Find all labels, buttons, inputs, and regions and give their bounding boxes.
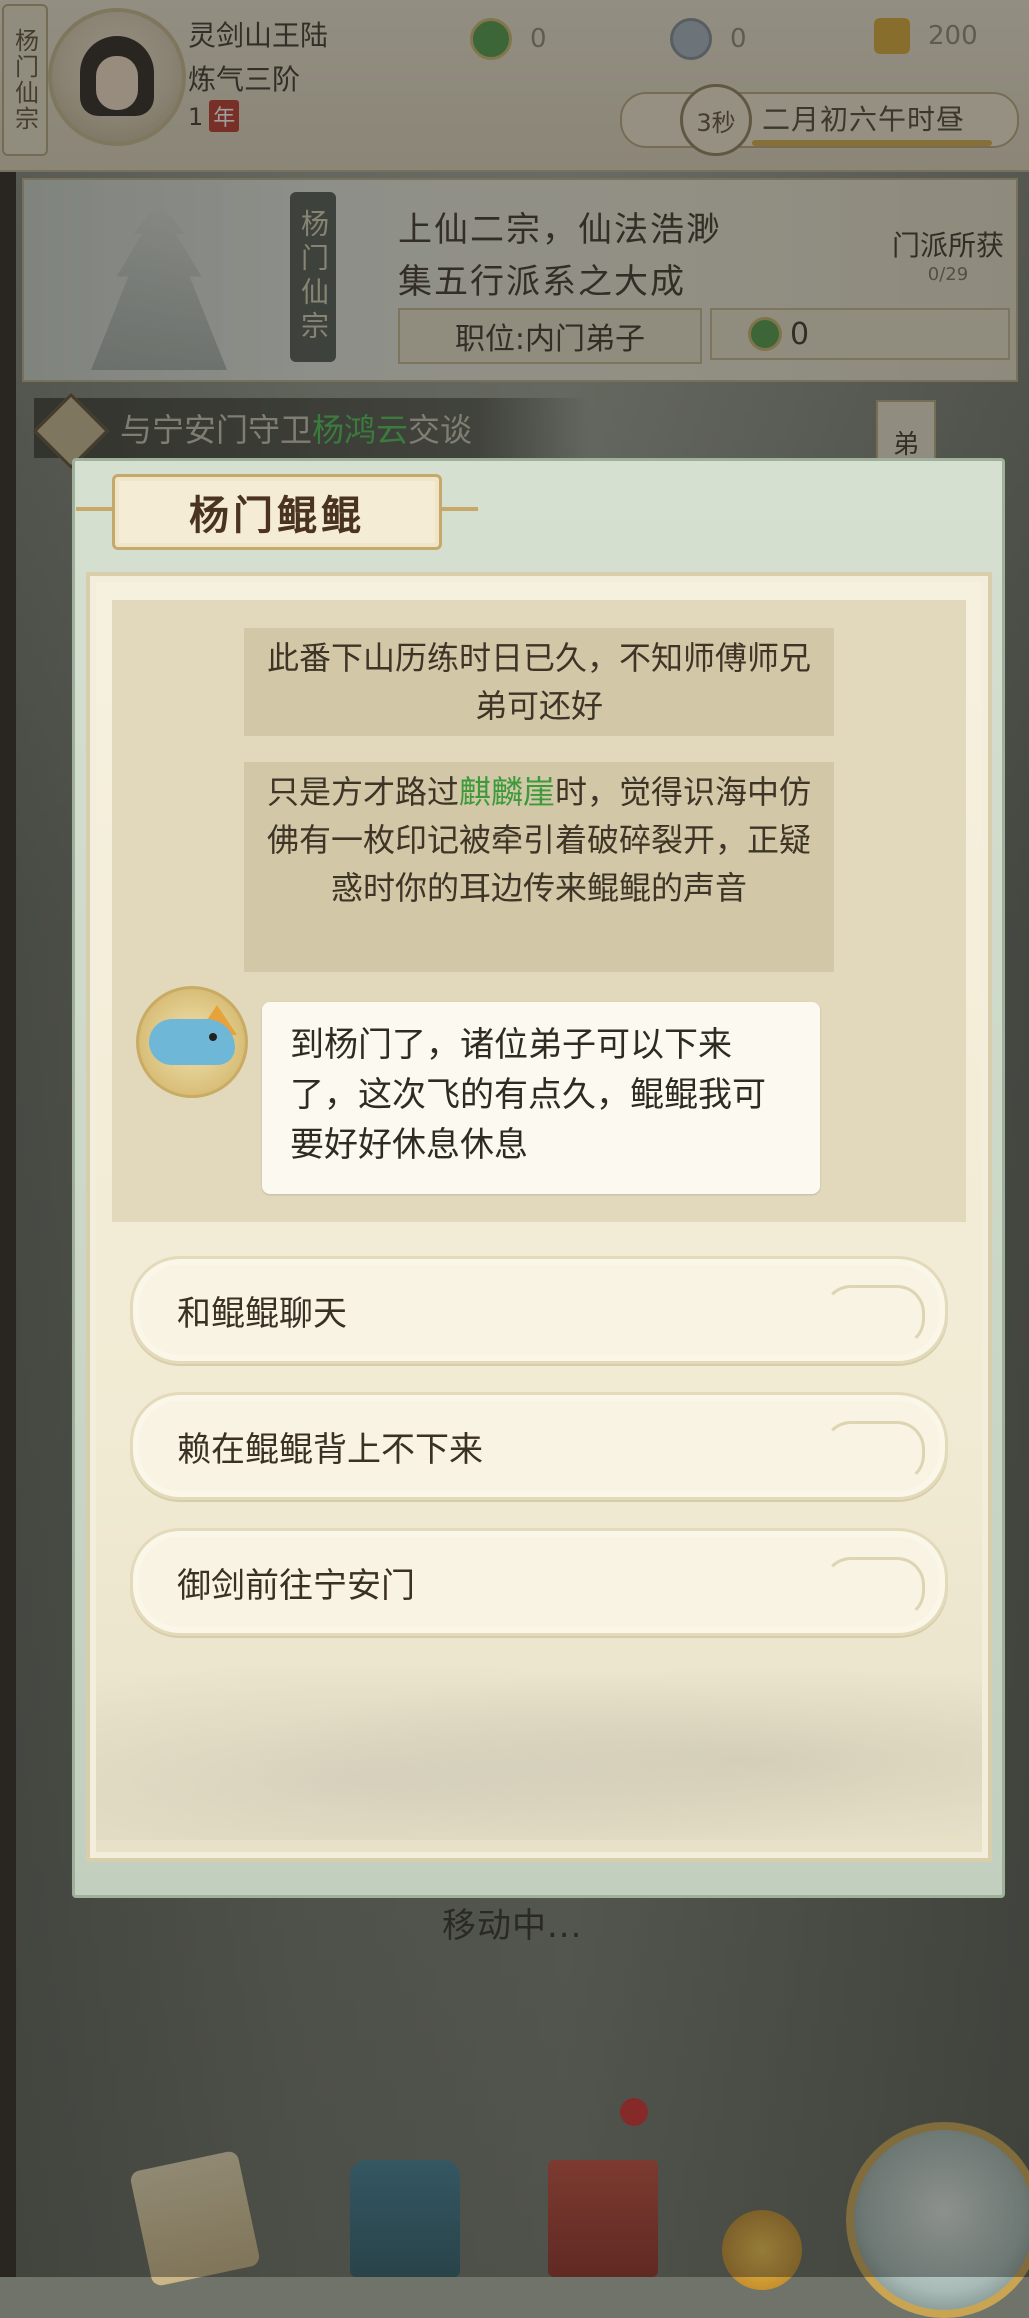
dialog-title: 杨门鲲鲲 (112, 474, 442, 550)
option-label: 赖在鲲鲲背上不下来 (177, 1429, 483, 1470)
story-line-2-pre: 只是方才路过 (266, 773, 459, 811)
mountain-mist-illustration (96, 1640, 982, 1840)
title-plate-right-ornament (440, 507, 478, 511)
option-label: 御剑前往宁安门 (177, 1565, 415, 1606)
kunkun-body (149, 1019, 235, 1065)
kunkun-avatar (136, 986, 248, 1098)
cloud-ornament-icon (823, 1421, 925, 1483)
location-highlight: 麒麟崖 (458, 773, 555, 811)
option-chat-with-kunkun[interactable]: 和鲲鲲聊天 (130, 1256, 948, 1364)
option-stay-on-kunkun[interactable]: 赖在鲲鲲背上不下来 (130, 1392, 948, 1500)
story-line-1: 此番下山历练时日已久，不知师傅师兄弟可还好 (244, 628, 834, 736)
cloud-ornament-icon (823, 1557, 925, 1619)
title-plate-left-ornament (76, 507, 114, 511)
story-line-2: 只是方才路过麒麟崖时，觉得识海中仿佛有一枚印记被牵引着破碎裂开，正疑惑时你的耳边… (244, 762, 834, 972)
cloud-ornament-icon (823, 1285, 925, 1347)
option-fly-to-ningan-gate[interactable]: 御剑前往宁安门 (130, 1528, 948, 1636)
npc-speech-bubble: 到杨门了，诸位弟子可以下来了，这次飞的有点久，鲲鲲我可要好好休息休息 (262, 1002, 820, 1194)
kunkun-eye (209, 1033, 217, 1041)
option-label: 和鲲鲲聊天 (177, 1293, 347, 1334)
